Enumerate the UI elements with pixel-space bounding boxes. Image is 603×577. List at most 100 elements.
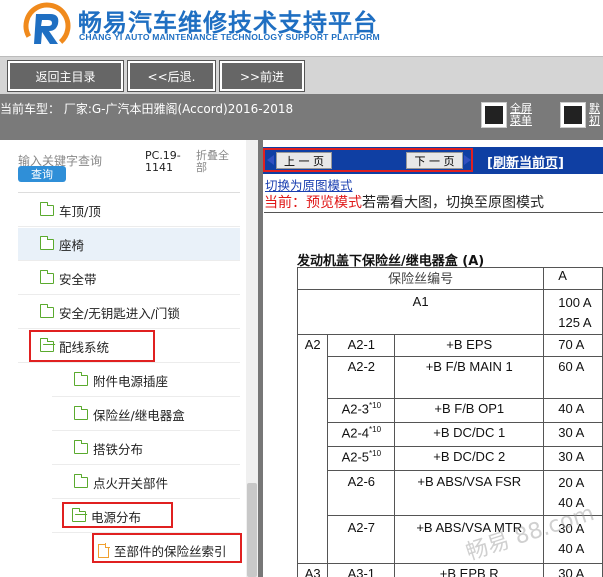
header-fuse-no: 保险丝编号 <box>296 267 545 290</box>
tree-item-ground-distribution[interactable]: 搭铁分布 <box>52 432 240 465</box>
tree-item-accessory-power[interactable]: 附件电源插座 <box>52 364 240 397</box>
fuse-amp: 30 A <box>543 446 603 471</box>
fuse-id-text: A2-3 <box>341 401 370 417</box>
fuse-id: A3-1 <box>327 563 396 577</box>
fuse-amp: 40 A <box>543 398 603 423</box>
tree-item-ignition-switch[interactable]: 点火开关部件 <box>52 466 240 499</box>
a1-id: A1 <box>296 289 545 335</box>
group-a3: A3 <box>296 563 329 577</box>
mode-name: 预览模式 <box>306 195 362 211</box>
table-row: A3 A3-1 +B EPB R 30 A <box>296 563 603 577</box>
fuse-id: A2-6 <box>327 470 396 516</box>
fuse-id: A2-4*10 <box>327 422 396 447</box>
highlight-power-distribution <box>62 502 173 528</box>
fuse-note: *10 <box>369 425 382 434</box>
fuse-id: A2-3*10 <box>327 398 396 423</box>
folder-icon <box>39 269 54 284</box>
tree-item-seats[interactable]: 座椅 <box>18 228 240 261</box>
fuse-id: A2-5*10 <box>327 446 396 471</box>
table-row: A2 A2-1 +B EPS 70 A <box>296 334 603 564</box>
fuse-name: +B ABS/VSA FSR <box>394 470 545 516</box>
forward-button[interactable]: >>前进 <box>220 61 304 91</box>
fuse-amp: 30 A <box>543 563 603 577</box>
a1-amp-2: 125 A <box>558 315 592 330</box>
tree-item-roof[interactable]: 车顶/顶 <box>18 194 240 227</box>
fuse-id: A2-2 <box>327 356 396 399</box>
fuse-amp: 70 A <box>543 334 603 357</box>
fuse-name: +B DC/DC 2 <box>394 446 545 471</box>
mode-hint: 若需看大图，切换至原图模式 <box>362 195 544 211</box>
folder-icon <box>39 235 54 250</box>
table-row: A2-3*10 +B F/B OP1 40 A <box>298 398 603 423</box>
tree-item-seatbelts[interactable]: 安全带 <box>18 262 240 295</box>
header: 畅易汽车维修技术支持平台 CHANG YI AUTO MAINTENANCE T… <box>0 0 603 56</box>
mode-prefix: 当前： <box>264 195 306 211</box>
brand-subtitle: CHANG YI AUTO MAINTENANCE TECHNOLOGY SUP… <box>79 32 380 42</box>
header-amp: A <box>543 267 603 290</box>
fuse-note: *10 <box>369 401 382 410</box>
a1-amp: 100 A 125 A <box>543 289 603 335</box>
fuse-name: +B F/B OP1 <box>394 398 545 423</box>
default-view-label[interactable]: 默 初 <box>589 103 600 127</box>
fullscreen-icon <box>481 102 507 128</box>
tree-item-label: 搭铁分布 <box>93 441 144 457</box>
folder-icon <box>73 473 88 488</box>
changyi-logo-icon <box>23 2 71 50</box>
table-row: A1 100 A 125 A <box>296 289 603 335</box>
page-border <box>264 212 603 213</box>
fuse-name: +B EPS <box>394 334 545 357</box>
fuse-id: A2-7 <box>327 515 396 564</box>
current-model-label: 当前车型： 厂家:G-广汽本田雅阁(Accord)2016-2018 <box>0 102 294 116</box>
split-view-icon <box>560 102 586 128</box>
fuse-note: *10 <box>369 449 382 458</box>
collapse-all-button[interactable]: 折叠全 部 <box>196 150 229 174</box>
highlight-fuse-index <box>92 533 242 563</box>
fuse-name: +B DC/DC 1 <box>394 422 545 447</box>
tree-item-label: 座椅 <box>59 237 85 253</box>
search-button[interactable]: 查询 <box>18 166 66 182</box>
table-row: A2-4*10 +B DC/DC 1 30 A <box>298 422 603 447</box>
fuse-name: +B EPB R <box>394 563 545 577</box>
tree-item-security-keyless[interactable]: 安全/无钥匙进入/门锁 <box>18 296 240 329</box>
tree-item-label: 安全/无钥匙进入/门锁 <box>59 305 180 321</box>
tree-item-label: 点火开关部件 <box>93 475 169 491</box>
highlight-wiring-system <box>29 330 155 362</box>
tree-item-label: 附件电源插座 <box>93 373 169 389</box>
fullscreen-label[interactable]: 全屏 菜单 <box>510 103 532 127</box>
fullscreen-menu-button[interactable]: 全屏 菜单 <box>481 102 532 128</box>
content-panel: 上 一 页 下 一 页 [刷新当前页] 切换为原图模式 当前：预览模式若需看大图… <box>263 140 603 577</box>
a1-amp-1: 100 A <box>558 295 592 310</box>
folder-icon <box>39 303 54 318</box>
pc-code-label: PC.19- 1141 <box>145 149 181 174</box>
fuse-amp-1: 20 A <box>558 475 585 490</box>
tree-item-label: 车顶/顶 <box>59 203 101 219</box>
tree-item-label: 安全带 <box>59 271 97 287</box>
folder-icon <box>73 439 88 454</box>
toolbar: 返回主目录 <<后退. >>前进 <box>0 56 603 94</box>
group-a2: A2 <box>296 334 329 564</box>
table-header-row: 保险丝编号 A <box>296 267 603 290</box>
fuse-id: A2-1 <box>327 334 396 357</box>
folder-icon <box>39 201 54 216</box>
fuse-amp-2: 40 A <box>558 541 585 556</box>
table-row: A2-5*10 +B DC/DC 2 30 A <box>298 446 603 471</box>
default-view-button[interactable]: 默 初 <box>560 102 600 128</box>
highlight-page-nav <box>263 148 473 172</box>
scrollbar-thumb[interactable] <box>247 483 257 577</box>
back-button[interactable]: <<后退. <box>128 61 215 91</box>
table-row: A2-2 +B F/B MAIN 1 60 A <box>298 356 603 399</box>
fuse-name: +B F/B MAIN 1 <box>394 356 545 399</box>
info-bar: 当前车型： 厂家:G-广汽本田雅阁(Accord)2016-2018 全屏 菜单… <box>0 94 603 140</box>
folder-icon <box>73 371 88 386</box>
divider <box>18 192 240 193</box>
left-nav-panel: 输入关键字查询 查询 PC.19- 1141 折叠全 部 车顶/顶 座椅 安全带… <box>0 140 258 577</box>
fuse-amp: 60 A <box>543 356 603 399</box>
mode-status: 当前：预览模式若需看大图，切换至原图模式 <box>264 192 544 212</box>
home-button[interactable]: 返回主目录 <box>8 61 123 91</box>
refresh-page-link[interactable]: [刷新当前页] <box>487 152 564 171</box>
fuse-id-text: A2-4 <box>341 425 370 441</box>
tree-item-label: 保险丝/继电器盒 <box>93 407 185 423</box>
fuse-id-text: A2-5 <box>341 449 370 465</box>
folder-icon <box>73 405 88 420</box>
tree-item-fuse-relay-box[interactable]: 保险丝/继电器盒 <box>52 398 240 431</box>
